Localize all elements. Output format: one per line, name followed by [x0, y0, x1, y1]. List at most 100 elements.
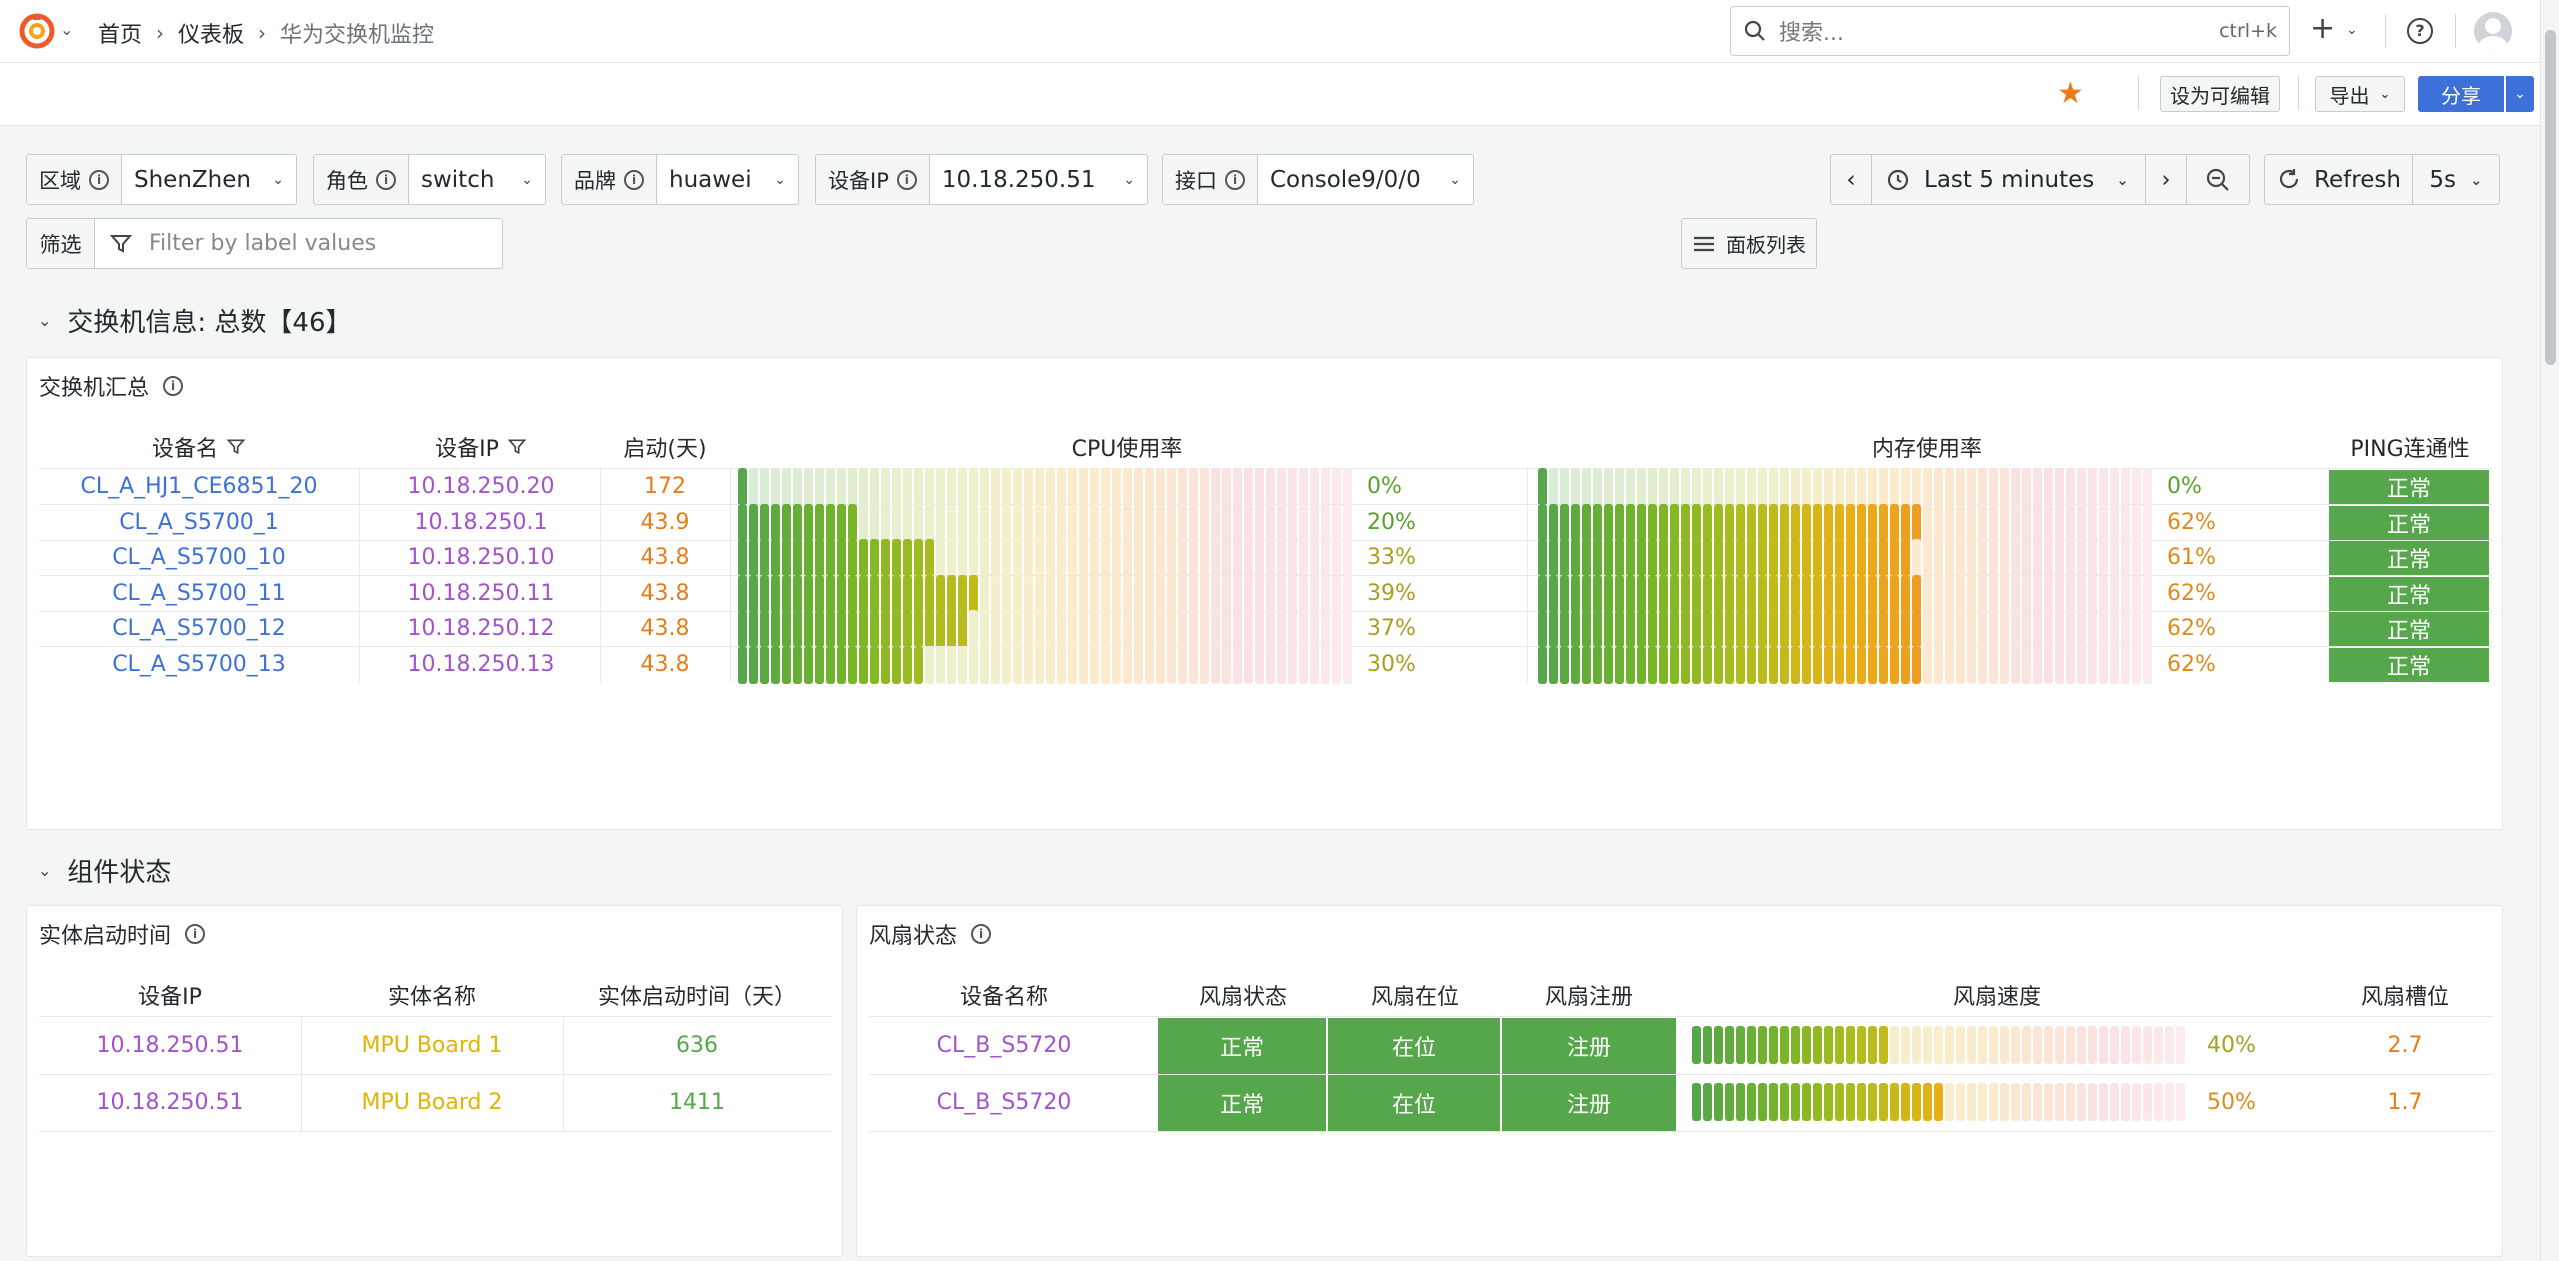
col-header-fan-registered[interactable]: 风扇注册 — [1502, 978, 1676, 1012]
col-header-fan-speed[interactable]: 风扇速度 — [1677, 978, 2317, 1012]
chevron-down-icon: ⌄ — [38, 311, 52, 330]
info-icon[interactable]: i — [971, 924, 992, 944]
refresh-interval-picker[interactable]: 5s ⌄ — [2412, 154, 2500, 205]
page-scrollbar[interactable] — [2540, 0, 2559, 1261]
variable-role[interactable]: 角色 i switch ⌄ — [313, 154, 546, 205]
fan-speed-gauge — [1692, 1025, 2188, 1065]
export-button[interactable]: 导出 ⌄ — [2315, 76, 2405, 112]
col-header-fan-slot[interactable]: 风扇槽位 — [2317, 978, 2493, 1012]
col-header-memory[interactable]: 内存使用率 — [1527, 430, 2327, 464]
col-header-ping[interactable]: PING连通性 — [2327, 430, 2493, 464]
gauge-segment — [2033, 574, 2042, 613]
gauge-segment — [1956, 645, 1965, 684]
device-name-link[interactable]: CL_A_S5700_12 — [39, 611, 359, 646]
info-icon[interactable]: i — [376, 169, 396, 190]
gauge-segment — [782, 574, 791, 613]
col-header-fan-status[interactable]: 风扇状态 — [1158, 978, 1328, 1012]
info-icon[interactable]: i — [624, 169, 644, 190]
gauge-segment — [2143, 539, 2152, 577]
variable-region[interactable]: 区域 i ShenZhen ⌄ — [26, 154, 297, 205]
variable-device-ip[interactable]: 设备IP i 10.18.250.51 ⌄ — [815, 154, 1148, 205]
gauge-segment — [749, 468, 758, 506]
gauge-segment — [2132, 539, 2141, 577]
col-header-device-name[interactable]: 设备名称 — [869, 978, 1139, 1012]
gauge-segment — [1725, 1083, 1734, 1121]
info-icon[interactable]: i — [89, 169, 109, 190]
share-button[interactable]: 分享 — [2418, 76, 2504, 112]
row-component-status[interactable]: ⌄ 组件状态 — [38, 852, 171, 889]
make-editable-button[interactable]: 设为可编辑 — [2160, 76, 2280, 112]
chevron-left-icon: ‹ — [1846, 166, 1856, 193]
gauge-segment — [1178, 574, 1187, 613]
col-header-entity-name[interactable]: 实体名称 — [301, 978, 563, 1012]
gauge-segment — [1024, 574, 1033, 613]
time-back-button[interactable]: ‹ — [1830, 154, 1872, 205]
gauge-segment — [1079, 539, 1088, 577]
time-forward-button[interactable]: › — [2145, 154, 2187, 205]
gauge-segment — [1890, 539, 1899, 577]
grafana-logo-icon[interactable] — [18, 12, 56, 50]
variable-interface[interactable]: 接口 i Console9/0/0 ⌄ — [1162, 154, 1474, 205]
zoom-out-button[interactable] — [2186, 154, 2250, 205]
variable-brand[interactable]: 品牌 i huawei ⌄ — [561, 154, 799, 205]
avatar[interactable] — [2474, 12, 2512, 50]
row-switch-info[interactable]: ⌄ 交换机信息: 总数【46】 — [38, 302, 352, 339]
fan-speed-value: 50% — [2207, 1090, 2256, 1115]
col-header-device-name[interactable]: 设备名 — [39, 430, 359, 464]
device-name-link[interactable]: CL_A_S5700_11 — [39, 576, 359, 611]
filter-icon[interactable] — [226, 437, 246, 457]
refresh-button[interactable]: Refresh — [2264, 154, 2413, 205]
star-icon[interactable]: ★ — [2057, 79, 2084, 109]
help-icon[interactable]: ? — [2407, 18, 2433, 44]
share-dropdown-button[interactable]: ⌄ — [2506, 76, 2534, 112]
breadcrumb-home[interactable]: 首页 — [98, 17, 142, 49]
gauge-segment — [2099, 574, 2108, 613]
col-header-fan-present[interactable]: 风扇在位 — [1328, 978, 1502, 1012]
gauge-segment — [760, 645, 769, 684]
chevron-right-icon: › — [258, 21, 267, 45]
info-icon[interactable]: i — [185, 924, 206, 944]
gauge-segment — [914, 503, 923, 542]
gauge-segment — [1824, 1026, 1833, 1064]
gauge-segment — [1879, 468, 1888, 506]
gauge-segment — [936, 610, 945, 648]
chevron-down-icon[interactable]: ⌄ — [60, 20, 73, 39]
gauge-segment — [1189, 539, 1198, 577]
device-name-link[interactable]: CL_A_S5700_1 — [39, 505, 359, 540]
filter-icon[interactable] — [507, 437, 527, 457]
search-input[interactable]: 搜索... ctrl+k — [1730, 6, 2290, 56]
time-range-picker[interactable]: Last 5 minutes ⌄ — [1871, 154, 2146, 205]
col-header-cpu[interactable]: CPU使用率 — [727, 430, 1527, 464]
gauge-segment — [2066, 1083, 2075, 1121]
gauge-segment — [1123, 539, 1132, 577]
gauge-segment — [2011, 539, 2020, 577]
breadcrumb-dashboards[interactable]: 仪表板 — [178, 17, 244, 49]
gauge-segment — [815, 610, 824, 648]
chevron-down-icon: ⌄ — [38, 861, 52, 880]
label-filter[interactable]: 筛选 Filter by label values — [26, 218, 503, 269]
gauge-segment — [1233, 468, 1242, 506]
info-icon[interactable]: i — [1225, 169, 1245, 190]
device-name-link[interactable]: CL_A_S5700_10 — [39, 540, 359, 575]
gauge-segment — [2022, 1026, 2031, 1064]
col-header-device-ip[interactable]: 设备IP — [361, 430, 601, 464]
gauge-segment — [837, 468, 846, 506]
col-header-entity-days[interactable]: 实体启动时间（天） — [563, 978, 831, 1012]
add-icon[interactable]: + — [2310, 14, 2335, 44]
device-name-link[interactable]: CL_A_HJ1_CE6851_20 — [39, 469, 359, 504]
device-name-link[interactable]: CL_A_S5700_13 — [39, 647, 359, 682]
col-header-uptime[interactable]: 启动(天) — [600, 430, 730, 464]
panel-list-button[interactable]: 面板列表 — [1681, 218, 1817, 269]
gauge-segment — [1255, 503, 1264, 542]
gauge-segment — [1615, 574, 1624, 613]
col-header-device-ip[interactable]: 设备IP — [39, 978, 301, 1012]
gauge-segment — [1167, 468, 1176, 506]
filter-input[interactable]: Filter by label values — [109, 219, 376, 268]
gauge-segment — [1923, 503, 1932, 542]
chevron-down-icon[interactable]: ⌄ — [2346, 22, 2358, 38]
info-icon[interactable]: i — [896, 169, 917, 190]
scrollbar-thumb[interactable] — [2545, 30, 2556, 365]
gauge-segment — [1604, 645, 1613, 684]
gauge-segment — [760, 574, 769, 613]
info-icon[interactable]: i — [163, 376, 184, 396]
